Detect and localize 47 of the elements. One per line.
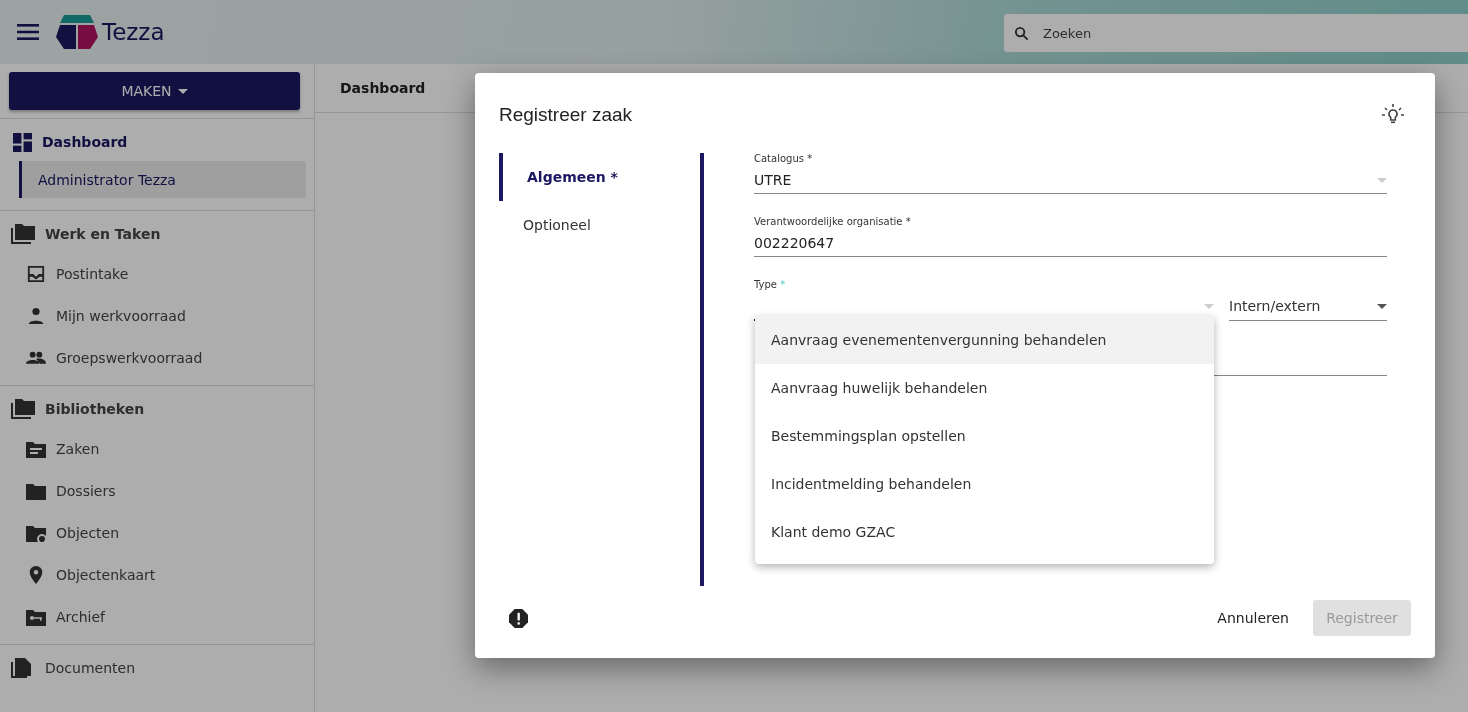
catalogus-select[interactable]: Catalogus * UTRE <box>754 153 1387 194</box>
menu-icon[interactable] <box>17 24 39 40</box>
sidebar-item[interactable]: Administrator Tezza <box>19 161 306 198</box>
inbox-icon <box>26 265 46 283</box>
search-icon <box>1014 26 1029 41</box>
organisatie-field[interactable]: Verantwoordelijke organisatie * 002220647 <box>754 216 1387 257</box>
sidebar-item[interactable]: Objectenkaart <box>0 554 314 596</box>
app-name: Tezza <box>102 19 165 45</box>
logo-icon <box>56 13 98 51</box>
breadcrumb: Dashboard <box>340 80 426 96</box>
folders-icon <box>11 399 35 419</box>
search-field[interactable]: Zoeken <box>1004 14 1468 52</box>
sidebar-item[interactable]: Zaken <box>0 428 314 470</box>
folders-icon <box>11 224 35 244</box>
dropdown-option[interactable]: Klant demo GZAC <box>755 508 1214 556</box>
dropdown-arrow-icon <box>1204 303 1214 309</box>
dialog-title: Registreer zaak <box>499 104 633 126</box>
dropdown-option[interactable]: Incidentmelding behandelen <box>755 460 1214 508</box>
person-icon <box>26 307 46 325</box>
intern-extern-select[interactable]: Intern/extern <box>1229 279 1387 321</box>
step-tab[interactable]: Algemeen * <box>499 153 700 201</box>
dropdown-arrow-icon <box>1377 177 1387 183</box>
dropdown-option[interactable]: Aanvraag huwelijk behandelen <box>755 364 1214 412</box>
dashboard-icon <box>13 132 32 152</box>
folder-pin-icon <box>26 524 46 542</box>
dropdown-option[interactable]: Bestemmingsplan opstellen <box>755 412 1214 460</box>
dropdown-option[interactable]: Aanvraag evenementenvergunning behandelen <box>755 316 1214 364</box>
folder-icon <box>26 482 46 500</box>
folder-icon <box>26 440 46 458</box>
sidebar-item[interactable]: Mijn werkvoorraad <box>0 295 314 337</box>
sidebar-item[interactable]: Dossiers <box>0 470 314 512</box>
people-icon <box>26 349 46 367</box>
warning-icon <box>509 608 528 628</box>
caret-icon <box>177 88 188 94</box>
sidebar-section[interactable]: Dashboard <box>0 127 314 157</box>
step-tab[interactable]: Optioneel <box>499 201 700 249</box>
sidebar-item[interactable]: Groepswerkvoorraad <box>0 337 314 379</box>
sidebar-item[interactable]: Postintake <box>0 253 314 295</box>
sidebar-section[interactable]: Werk en Taken <box>0 219 314 249</box>
sidebar-item[interactable]: Objecten <box>0 512 314 554</box>
cancel-button[interactable]: Annuleren <box>1217 602 1289 634</box>
sidebar-section[interactable]: Documenten <box>0 653 314 683</box>
create-button[interactable]: MAKEN <box>9 72 300 110</box>
sidebar-section[interactable]: Bibliotheken <box>0 394 314 424</box>
dropdown-arrow-icon <box>1377 303 1387 309</box>
folder-key-icon <box>26 608 46 626</box>
sidebar-item[interactable]: Archief <box>0 596 314 638</box>
